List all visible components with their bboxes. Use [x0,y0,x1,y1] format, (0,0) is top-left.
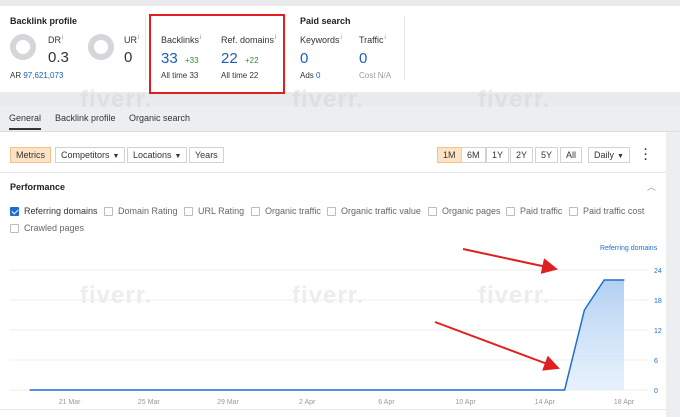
data-point [564,389,566,391]
annotation-arrow [462,248,558,274]
data-point [385,389,387,391]
y-tick-label: 12 [654,328,662,335]
data-point [445,389,447,391]
data-point [227,389,229,391]
data-point [108,389,110,391]
data-point [603,279,605,281]
y-tick-label: 18 [654,298,662,305]
data-point [168,389,170,391]
data-point [69,389,71,391]
data-point [88,389,90,391]
data-point [207,389,209,391]
x-tick-label: 25 Mar [138,399,160,406]
data-point [49,389,51,391]
y-tick-label: 24 [654,268,662,275]
data-point [425,389,427,391]
data-point [366,389,368,391]
series-line-referring-domains [30,279,624,391]
x-tick-label: 6 Apr [378,399,395,406]
data-point [29,389,31,391]
data-point [247,389,249,391]
data-point [306,389,308,391]
x-tick-label: 14 Apr [535,399,556,406]
data-point [405,389,407,391]
data-point [524,389,526,391]
x-tick-label: 10 Apr [455,399,476,406]
data-point [544,389,546,391]
data-point [465,389,467,391]
y-tick-label: 6 [654,358,658,365]
data-point [286,389,288,391]
data-point [346,389,348,391]
divider [0,409,666,410]
data-point [623,279,625,281]
data-point [128,389,130,391]
annotation-arrow [434,321,560,371]
x-tick-label: 18 Apr [614,399,635,406]
x-tick-label: 2 Apr [299,399,316,406]
data-point [583,309,586,311]
data-point [326,389,328,391]
x-tick-label: 21 Mar [59,399,81,406]
data-point [148,389,150,391]
y-tick-label: 0 [654,388,658,395]
data-point [504,389,506,391]
data-point [187,389,189,391]
data-point [484,389,486,391]
performance-chart: 0 6 12 18 24 21 Mar 25 Mar 29 Mar 2 Apr 6 Apr 10 A… [10,248,662,406]
series-area-referring-domains [30,280,624,390]
data-point [267,389,269,391]
x-tick-label: 29 Mar [217,399,239,406]
